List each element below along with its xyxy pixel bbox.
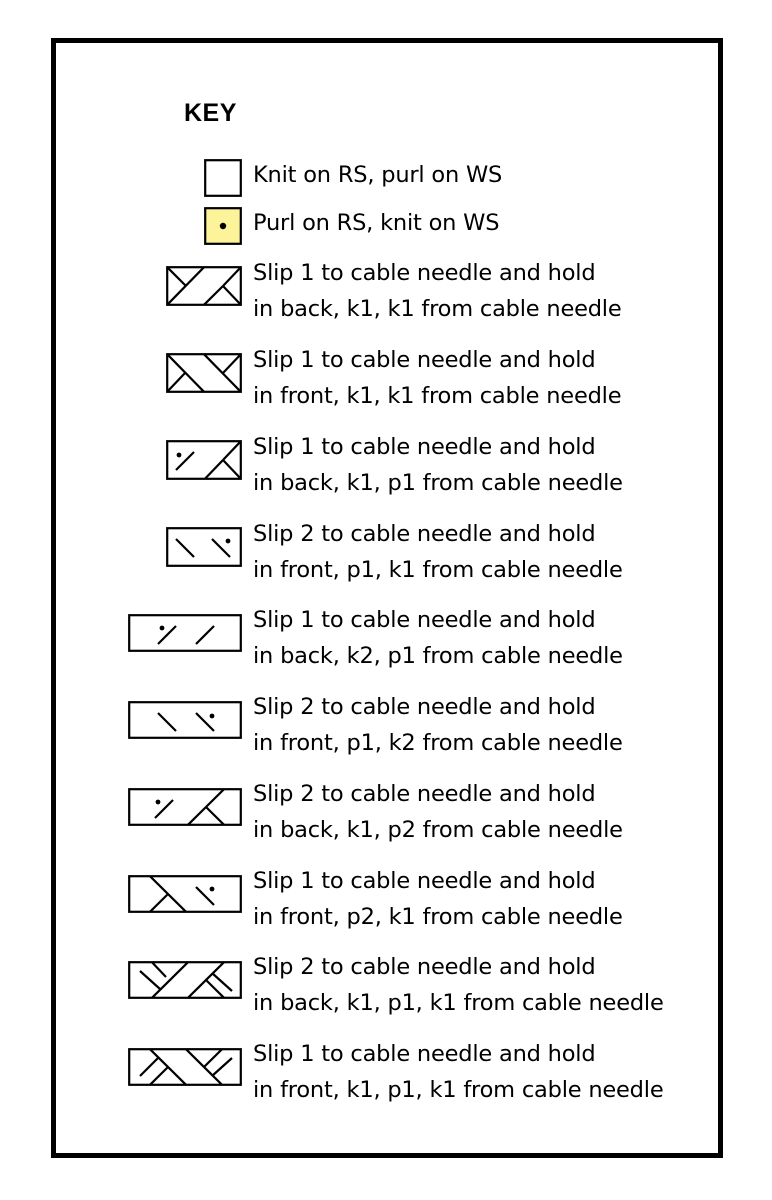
- key-item-label: Slip 1 to cable needle and hold in front…: [253, 347, 622, 409]
- key-item-label: Slip 2 to cable needle and hold in front…: [253, 694, 623, 756]
- key-item-label: Slip 2 to cable needle and hold in front…: [253, 521, 623, 583]
- key-item-label: Slip 2 to cable needle and hold in back,…: [253, 781, 623, 843]
- 1-over-2-right-purl-cross-icon: [128, 788, 242, 826]
- 1-1-1-right-cross-icon: [128, 961, 242, 999]
- key-item-label: Slip 2 to cable needle and hold in back,…: [253, 954, 664, 1016]
- key-item-label: Slip 1 to cable needle and hold in front…: [253, 1041, 664, 1103]
- 1-over-2-left-purl-cross-icon: [128, 875, 242, 913]
- knit-stitch-box: [204, 159, 242, 197]
- key-title: KEY: [184, 99, 237, 127]
- key-item-label: Slip 1 to cable needle and hold in front…: [253, 868, 623, 930]
- key-panel: KEY Knit on RS, purl on WS Purl on RS, k…: [51, 38, 723, 1158]
- 2-over-1-left-purl-cross-icon: [128, 701, 242, 739]
- 1-over-1-left-purl-cross-icon: [166, 527, 242, 567]
- 1-1-1-left-cross-icon: [128, 1048, 242, 1086]
- key-item-label: Slip 1 to cable needle and hold in back,…: [253, 607, 623, 669]
- key-item-label: Knit on RS, purl on WS: [253, 162, 503, 188]
- purl-stitch-dot-box: [204, 207, 242, 245]
- key-item-label: Slip 1 to cable needle and hold in back,…: [253, 434, 623, 496]
- 2-over-1-right-purl-cross-icon: [128, 614, 242, 652]
- key-item-label: Slip 1 to cable needle and hold in back,…: [253, 260, 622, 322]
- key-item-label: Purl on RS, knit on WS: [253, 210, 500, 236]
- 1-over-1-left-cross-icon: [166, 353, 242, 393]
- 1-over-1-right-cross-icon: [166, 266, 242, 306]
- 1-over-1-right-purl-cross-icon: [166, 440, 242, 480]
